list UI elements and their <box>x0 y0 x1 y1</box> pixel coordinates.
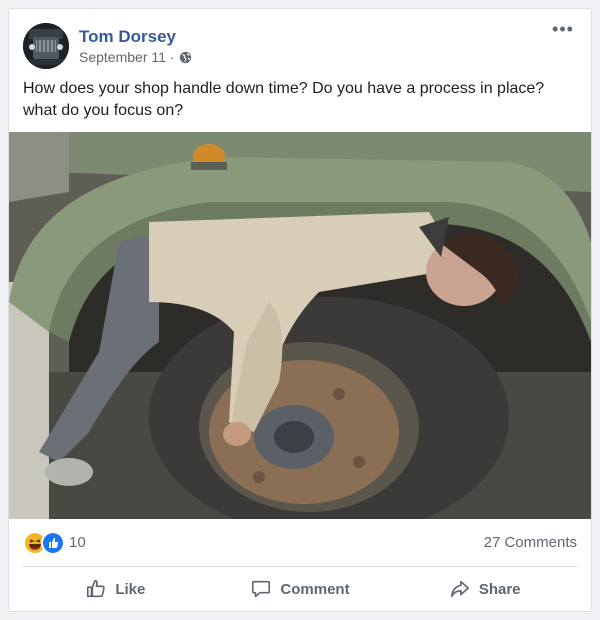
like-label: Like <box>115 580 146 598</box>
comments-count[interactable]: 27 Comments <box>484 534 577 551</box>
post-meta: September 11 · <box>79 49 192 65</box>
comment-button[interactable]: Comment <box>208 571 393 607</box>
reaction-count[interactable]: 10 <box>69 534 86 551</box>
share-button[interactable]: Share <box>392 571 577 607</box>
globe-icon[interactable] <box>179 51 192 64</box>
share-label: Share <box>478 580 521 598</box>
author-name[interactable]: Tom Dorsey <box>79 27 176 47</box>
post-date[interactable]: September 11 <box>79 49 166 65</box>
action-divider <box>23 566 577 567</box>
more-options-icon[interactable]: ••• <box>549 20 577 43</box>
action-bar: Like Comment Share <box>23 571 577 607</box>
comment-bubble-icon <box>252 580 271 598</box>
mechanic-under-truck-photo <box>9 132 591 519</box>
post-card: Tom Dorsey September 11 · ••• How does y… <box>8 8 592 612</box>
reaction-icons[interactable] <box>23 531 65 555</box>
thumbs-up-icon <box>87 579 106 598</box>
like-reaction-icon <box>41 531 65 555</box>
truck-avatar-image <box>23 23 69 69</box>
like-button[interactable]: Like <box>23 571 208 607</box>
share-arrow-icon <box>450 580 469 598</box>
post-text: How does your shop handle down time? Do … <box>23 80 545 119</box>
comment-label: Comment <box>280 580 350 598</box>
post-photo[interactable] <box>9 132 591 519</box>
reactions-bar: 10 27 Comments <box>23 531 577 555</box>
meta-separator: · <box>169 49 175 65</box>
post-header: Tom Dorsey September 11 · ••• <box>23 20 577 69</box>
avatar[interactable] <box>23 23 69 69</box>
